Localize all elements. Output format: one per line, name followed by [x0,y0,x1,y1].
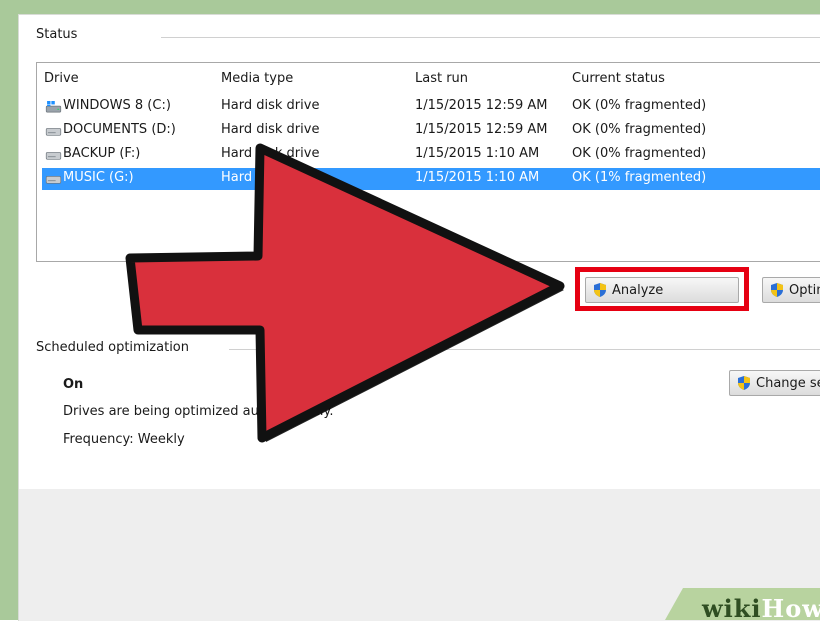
schedule-state: On [63,377,84,392]
change-settings-button[interactable]: Change settings [729,370,820,396]
status-divider [161,37,820,38]
media-type: Hard disk drive [221,170,320,185]
analyze-highlight-box [575,267,749,311]
hard-drive-icon [45,176,62,184]
last-run: 1/15/2015 1:10 AM [415,146,540,161]
drive-row-documents[interactable]: DOCUMENTS (D:) Hard disk drive 1/15/2015… [42,120,820,142]
schedule-description: Drives are being optimized automatically… [63,404,334,419]
drive-list[interactable]: Drive Media type Last run Current status… [36,62,820,262]
schedule-frequency: Frequency: Weekly [63,432,185,447]
media-type: Hard disk drive [221,122,320,137]
column-header-drive[interactable]: Drive [44,71,79,86]
optimize-drives-window: Status Drive Media type Last run Current… [18,14,820,621]
hard-drive-icon [45,128,62,136]
current-status: OK (0% fragmented) [572,98,707,113]
status-section-label: Status [36,27,84,42]
drive-name: DOCUMENTS (D:) [63,122,176,137]
scheduled-section-label: Scheduled optimization [36,340,196,355]
column-header-current-status[interactable]: Current status [572,71,665,86]
uac-shield-icon [771,283,783,297]
media-type: Hard disk drive [221,146,320,161]
drive-name: BACKUP (F:) [63,146,141,161]
change-settings-label: Change settings [756,375,820,391]
drive-name: WINDOWS 8 (C:) [63,98,171,113]
drive-row-windows[interactable]: WINDOWS 8 (C:) Hard disk drive 1/15/2015… [42,96,820,118]
column-header-media-type[interactable]: Media type [221,71,293,86]
current-status: OK (0% fragmented) [572,146,707,161]
current-status: OK (0% fragmented) [572,122,707,137]
last-run: 1/15/2015 12:59 AM [415,122,548,137]
drive-row-backup[interactable]: BACKUP (F:) Hard disk drive 1/15/2015 1:… [42,144,820,166]
last-run: 1/15/2015 1:10 AM [415,170,540,185]
drive-name: MUSIC (G:) [63,170,134,185]
scheduled-divider [229,349,820,350]
last-run: 1/15/2015 12:59 AM [415,98,548,113]
optimize-label: Optimize [789,282,820,298]
current-status: OK (1% fragmented) [572,170,707,185]
uac-shield-icon [738,376,750,390]
drive-row-music[interactable]: MUSIC (G:) Hard disk drive 1/15/2015 1:1… [42,168,820,190]
column-header-last-run[interactable]: Last run [415,71,468,86]
hard-drive-icon [45,152,62,160]
windows-drive-icon [45,101,62,113]
optimize-button[interactable]: Optimize [762,277,820,303]
wikihow-logo: wikiHow [702,594,820,623]
media-type: Hard disk drive [221,98,320,113]
